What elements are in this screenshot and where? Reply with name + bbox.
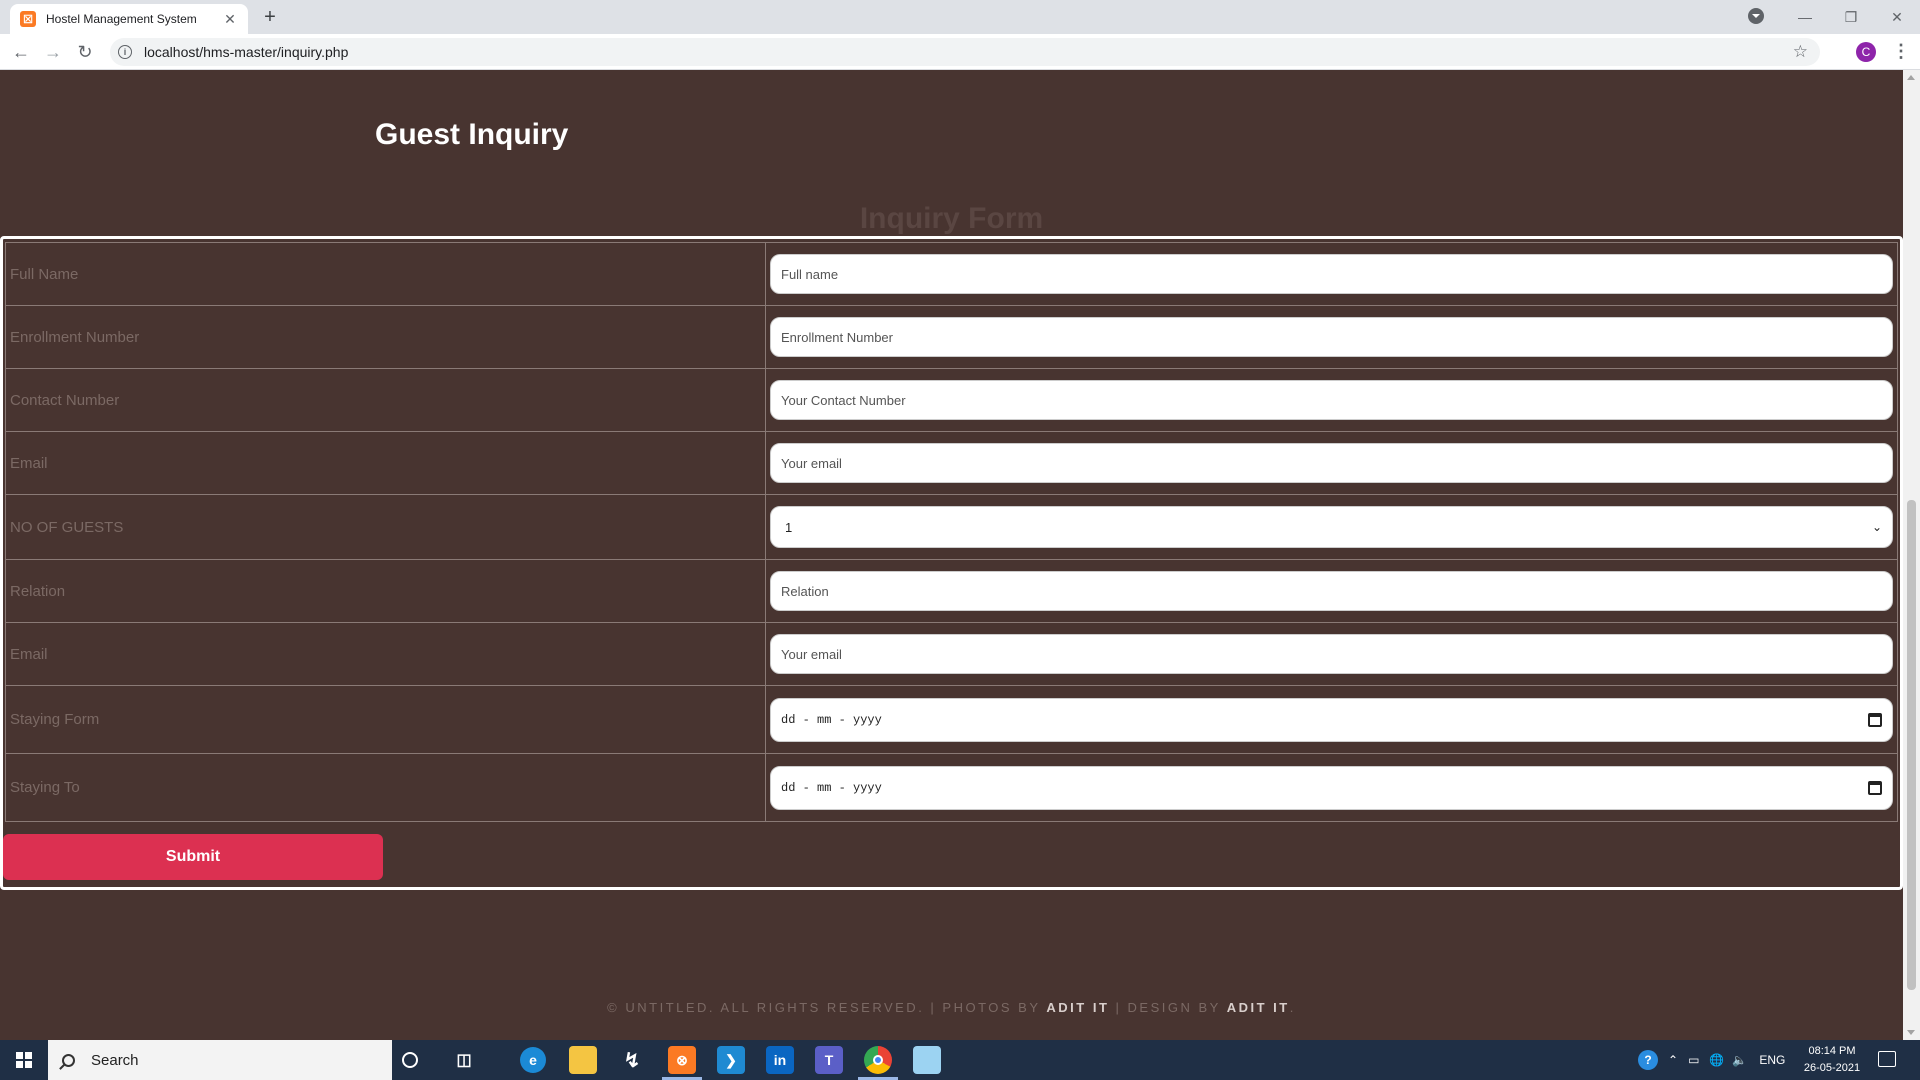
staying-to-label: Staying To <box>5 753 766 822</box>
form-row-contact: Contact Number <box>5 368 1898 432</box>
form-row-staying-from: Staying Form dd - mm - yyyy <box>5 685 1898 754</box>
page-viewport: Guest Inquiry Inquiry Form Full Name Enr… <box>0 70 1920 1040</box>
guests-label: NO OF GUESTS <box>5 494 766 560</box>
form-title: Inquiry Form <box>859 202 1044 235</box>
enrollment-label: Enrollment Number <box>5 305 766 369</box>
cortana-icon[interactable] <box>402 1052 418 1068</box>
linkedin-icon[interactable]: in <box>766 1046 794 1074</box>
network-icon[interactable]: 🌐 <box>1709 1053 1724 1067</box>
browser-toolbar: ← → ↻ i localhost/hms-master/inquiry.php… <box>0 34 1920 70</box>
url-text[interactable]: localhost/hms-master/inquiry.php <box>144 44 348 60</box>
taskbar: Search ◫ e ↯ ⊗ ❯ in T ? ⌃ ▭ 🌐 🔈 ENG 08:1… <box>0 1040 1920 1080</box>
form-row-guests: NO OF GUESTS 1 ⌄ <box>5 494 1898 560</box>
notepad-icon[interactable] <box>913 1046 941 1074</box>
contact-label: Contact Number <box>5 368 766 432</box>
menu-icon[interactable]: ⋮ <box>1892 42 1910 62</box>
system-tray: ? ⌃ ▭ 🌐 🔈 ENG <box>1638 1040 1785 1080</box>
sublime-icon[interactable]: ↯ <box>618 1046 646 1074</box>
footer-photos-link[interactable]: ADIT IT <box>1046 1000 1109 1015</box>
relation-input[interactable] <box>770 571 1893 611</box>
forward-icon[interactable]: → <box>41 40 65 64</box>
contact-input[interactable] <box>770 380 1893 420</box>
tab-strip: ☒ Hostel Management System ✕ + — ❐ ✕ <box>0 0 1920 34</box>
volume-icon[interactable]: 🔈 <box>1732 1053 1747 1067</box>
full-name-label: Full Name <box>5 242 766 306</box>
form-row-relation: Relation <box>5 559 1898 623</box>
clock-date: 26-05-2021 <box>1803 1062 1861 1074</box>
battery-icon[interactable]: ▭ <box>1688 1053 1699 1067</box>
taskbar-search-label: Search <box>91 1051 139 1069</box>
calendar-icon[interactable] <box>1868 712 1882 727</box>
new-tab-button[interactable]: + <box>258 6 282 30</box>
profile-avatar[interactable]: C <box>1856 42 1876 62</box>
staying-from-date-input[interactable]: dd - mm - yyyy <box>770 697 1893 742</box>
staying-to-date-input[interactable]: dd - mm - yyyy <box>770 765 1893 810</box>
guests-select[interactable]: 1 ⌄ <box>770 506 1893 548</box>
tab-search-icon[interactable] <box>1748 8 1764 24</box>
teams-icon[interactable]: T <box>815 1046 843 1074</box>
xampp-icon[interactable]: ⊗ <box>668 1046 696 1074</box>
edge-icon[interactable]: e <box>520 1047 546 1073</box>
scroll-thumb[interactable] <box>1907 500 1916 990</box>
staying-from-label: Staying Form <box>5 685 766 754</box>
footer-design-text: | DESIGN BY <box>1109 1000 1227 1015</box>
form-row-staying-to: Staying To dd - mm - yyyy <box>5 753 1898 822</box>
full-name-input[interactable] <box>770 254 1893 294</box>
enrollment-input[interactable] <box>770 317 1893 357</box>
email-2-label: Email <box>5 622 766 686</box>
footer-copyright: © UNTITLED. ALL RIGHTS RESERVED. | PHOTO… <box>607 1000 1047 1015</box>
email-2-input[interactable] <box>770 634 1893 674</box>
windows-logo-icon <box>16 1052 32 1068</box>
footer: © UNTITLED. ALL RIGHTS RESERVED. | PHOTO… <box>0 1000 1903 1015</box>
minimize-icon[interactable]: — <box>1782 0 1828 34</box>
form-table: Full Name Enrollment Number Contact Numb… <box>5 242 1898 822</box>
back-icon[interactable]: ← <box>9 40 33 64</box>
help-icon[interactable]: ? <box>1638 1050 1658 1070</box>
calendar-icon[interactable] <box>1868 780 1882 795</box>
language-indicator[interactable]: ENG <box>1759 1053 1785 1067</box>
form-row-email: Email <box>5 431 1898 495</box>
task-view-icon[interactable]: ◫ <box>450 1046 478 1074</box>
relation-label: Relation <box>5 559 766 623</box>
taskbar-search[interactable]: Search <box>48 1040 392 1080</box>
tab-title: Hostel Management System <box>46 12 197 26</box>
notification-icon[interactable] <box>1878 1051 1896 1067</box>
browser-tab[interactable]: ☒ Hostel Management System ✕ <box>10 4 248 34</box>
vscode-icon[interactable]: ❯ <box>717 1046 745 1074</box>
clock-time: 08:14 PM <box>1808 1045 1856 1057</box>
footer-period: . <box>1289 1000 1296 1015</box>
chevron-up-icon[interactable]: ⌃ <box>1668 1053 1678 1067</box>
submit-button[interactable]: Submit <box>3 834 383 880</box>
chrome-icon[interactable] <box>864 1046 892 1074</box>
tab-close-icon[interactable]: ✕ <box>222 11 238 28</box>
address-bar[interactable]: i localhost/hms-master/inquiry.php ☆ <box>110 38 1820 66</box>
reload-icon[interactable]: ↻ <box>73 40 97 64</box>
footer-design-link[interactable]: ADIT IT <box>1227 1000 1290 1015</box>
file-explorer-icon[interactable] <box>569 1046 597 1074</box>
scroll-down-icon[interactable] <box>1907 1030 1915 1035</box>
form-row-email-2: Email <box>5 622 1898 686</box>
star-icon[interactable]: ☆ <box>1793 42 1808 62</box>
form-row-enrollment: Enrollment Number <box>5 305 1898 369</box>
info-icon[interactable]: i <box>118 45 132 59</box>
guests-selected-value: 1 <box>785 519 793 535</box>
restore-icon[interactable]: ❐ <box>1828 0 1874 34</box>
staying-to-date-value: dd - mm - yyyy <box>781 780 882 795</box>
clock[interactable]: 08:14 PM 26-05-2021 <box>1800 1043 1864 1077</box>
form-row-full-name: Full Name <box>5 242 1898 306</box>
xampp-favicon-icon: ☒ <box>20 11 36 27</box>
email-input[interactable] <box>770 443 1893 483</box>
page-scrollbar[interactable] <box>1903 70 1920 1040</box>
scroll-up-icon[interactable] <box>1907 75 1915 80</box>
email-label: Email <box>5 431 766 495</box>
search-icon <box>62 1053 75 1067</box>
start-button[interactable] <box>0 1040 48 1080</box>
staying-from-date-value: dd - mm - yyyy <box>781 712 882 727</box>
page-title: Guest Inquiry <box>375 118 569 151</box>
window-close-icon[interactable]: ✕ <box>1874 0 1920 34</box>
chevron-down-icon: ⌄ <box>1871 520 1882 534</box>
